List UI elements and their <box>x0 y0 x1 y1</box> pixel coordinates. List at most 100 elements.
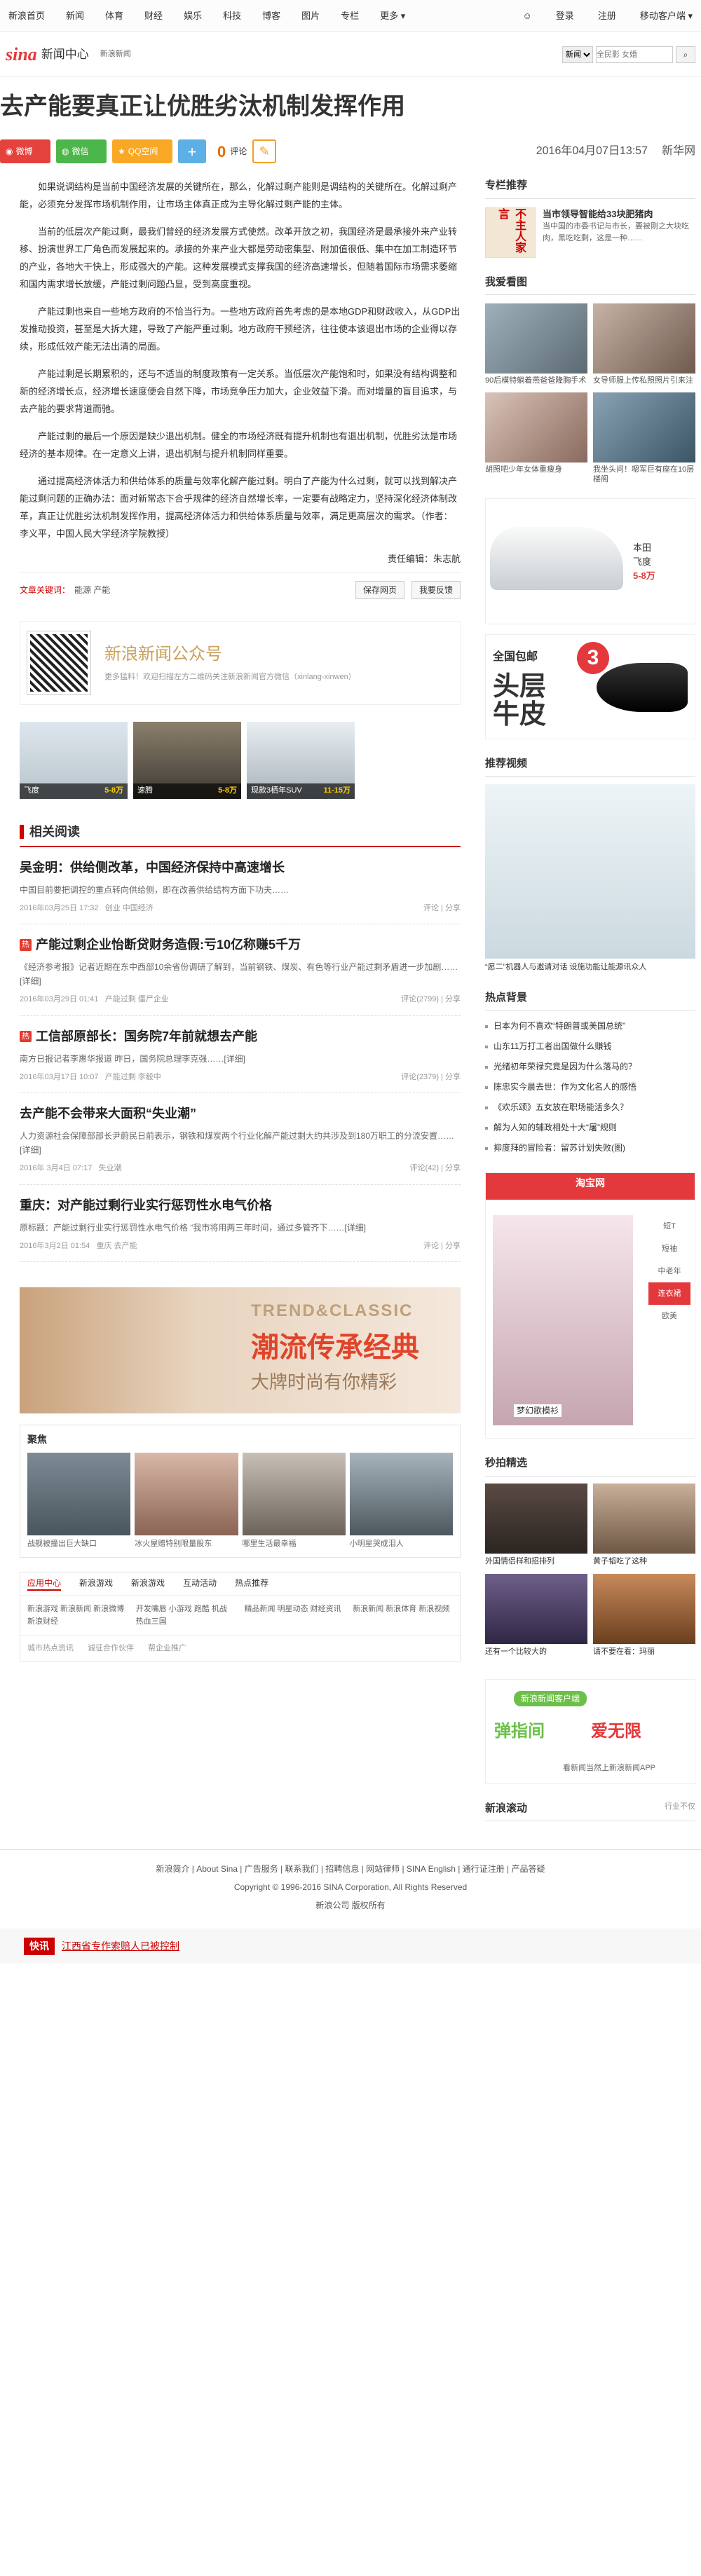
related-item-tags[interactable]: 重庆 去产能 <box>96 1240 137 1252</box>
car-ad[interactable]: 飞度 5-8万 <box>20 721 128 799</box>
fashion-ad-banner[interactable]: TREND&CLASSIC 潮流传承经典 大牌时尚有你精彩 <box>20 1287 461 1413</box>
tab-hot[interactable]: 热点推荐 <box>235 1577 268 1591</box>
taobao-tag-active[interactable]: 连衣裙 <box>648 1282 690 1305</box>
tab-activities[interactable]: 互动活动 <box>183 1577 217 1591</box>
tab-app-center[interactable]: 应用中心 <box>27 1577 62 1591</box>
nav-item-more[interactable]: 更多 ▾ <box>380 9 405 23</box>
nav-item-home[interactable]: 新浪首页 <box>8 9 45 23</box>
related-item-tags[interactable]: 产能过剩 李毅中 <box>105 1071 161 1083</box>
nav-item-tech[interactable]: 科技 <box>223 9 241 23</box>
column-recommend[interactable]: 不主人家言 当市领导智能给33块肥猪肉 当中国的市委书记与市长，要被刚之大块吃肉… <box>485 207 695 258</box>
related-item-title[interactable]: 热工信部原部长：国务院7年前就想去产能 <box>20 1027 461 1046</box>
article-source[interactable]: 新华网 <box>662 143 695 160</box>
related-item-date: 2016年 3月4日 07:17 <box>20 1164 93 1172</box>
share-weixin-button[interactable]: ◍ 微信 <box>56 139 107 163</box>
feedback-button[interactable]: 我要反馈 <box>411 581 461 599</box>
related-item-title[interactable]: 吴金明：供给侧改革，中国经济保持中高速增长 <box>20 858 461 877</box>
news-app-ad[interactable]: 新浪新闻客户端 弹指间 爱无限 看新闻当然上新浪新闻APP <box>485 1678 695 1784</box>
pic-item[interactable]: 我坐头问！嗯军巨有座在10层楼阁 <box>593 392 695 484</box>
miaopai-image <box>593 1574 695 1644</box>
related-item-tags[interactable]: 产能过剩 僵尸企业 <box>105 994 169 1006</box>
hot-list-item[interactable]: 日本为何不喜欢“特朗普或美国总统” <box>485 1016 695 1036</box>
hot-list-item[interactable]: 山东11万打工者出国做什么赚钱 <box>485 1036 695 1057</box>
weibo-icon: ◉ <box>6 146 13 156</box>
nav-item-ent[interactable]: 娱乐 <box>184 9 202 23</box>
tab-foot-link[interactable]: 诚征合作伙伴 <box>88 1643 134 1654</box>
nav-item-news[interactable]: 新闻 <box>66 9 84 23</box>
related-item-actions[interactable]: 评论 | 分享 <box>423 903 461 914</box>
related-item-actions[interactable]: 评论(2379) | 分享 <box>401 1071 461 1083</box>
tab-games-2[interactable]: 新浪游戏 <box>131 1577 165 1591</box>
scroll-more-link[interactable]: 行业不仅 <box>665 1801 695 1817</box>
focus-item[interactable]: 冰火屋赠特别限量股东 <box>135 1453 238 1550</box>
taobao-tag[interactable]: 欧美 <box>648 1305 690 1327</box>
write-comment-icon[interactable]: ✎ <box>252 139 277 163</box>
honda-ad[interactable]: 本田 飞度 5-8万 <box>485 498 695 624</box>
related-item-title[interactable]: 去产能不会带来大面积“失业潮” <box>20 1104 461 1123</box>
sina-logo[interactable]: sina 新闻中心 新浪新闻 <box>6 41 131 68</box>
related-item-meta: 2016年03月17日 10:07 产能过剩 李毅中 评论(2379) | 分享 <box>20 1071 461 1083</box>
flash-link[interactable]: 江西省专作索赔人已被控制 <box>62 1939 179 1954</box>
related-item-actions[interactable]: 评论(42) | 分享 <box>409 1163 461 1174</box>
share-weibo-button[interactable]: ◉ 微博 <box>0 139 50 163</box>
search-input[interactable] <box>596 46 673 63</box>
mobile-client-link[interactable]: 移动客户端 ▾ <box>640 9 693 23</box>
tab-games[interactable]: 新浪游戏 <box>79 1577 113 1591</box>
nav-item-photo[interactable]: 图片 <box>301 9 320 23</box>
hot-list-item[interactable]: 光绪初年荣禄究竟是因为什么落马的？ <box>485 1057 695 1077</box>
tab-col[interactable]: 新浪游戏 新浪新闻 新浪微博 新浪财经 <box>27 1603 128 1628</box>
focus-item[interactable]: 小明星哭成泪人 <box>349 1453 453 1550</box>
pic-item[interactable]: 女导师服上传私照照片引来注 <box>593 303 695 385</box>
user-icon[interactable]: ☺ <box>523 9 532 23</box>
search-scope-select[interactable]: 新闻 <box>562 46 593 63</box>
tab-col[interactable]: 新浪新闻 新浪体育 新浪视频 <box>353 1603 453 1628</box>
car-ad[interactable]: 现款3栖年SUV 11-15万 <box>247 721 355 799</box>
related-item-title[interactable]: 热产能过剩企业怡断贷财务造假:亏10亿称赚5千万 <box>20 936 461 954</box>
focus-item[interactable]: 战舰被撞出巨大缺口 <box>27 1453 131 1550</box>
share-qzone-button[interactable]: ★ QQ空间 <box>112 139 172 163</box>
pic-item[interactable]: 90后模特躺着燕爸爸隆胸手术 <box>485 303 587 385</box>
hot-list-item[interactable]: 抑度拜的冒险者：留苏计划失败(图) <box>485 1138 695 1158</box>
video-player[interactable]: “愿二”机器人与邀请对话 设施功能让能源讯众人 <box>485 783 695 973</box>
related-item-tags[interactable]: 失业潮 <box>99 1163 122 1174</box>
nav-item-sports[interactable]: 体育 <box>105 9 123 23</box>
miaopai-item[interactable]: 外国情侣样和招排列 <box>485 1483 587 1568</box>
tab-col[interactable]: 开发嘴唇 小游戏 跑酷 机战 热血三国 <box>136 1603 236 1628</box>
tab-foot-link[interactable]: 帮企业推广 <box>148 1643 186 1654</box>
car-price: 5-8万 <box>218 786 237 795</box>
nav-item-finance[interactable]: 财经 <box>144 9 163 23</box>
register-link[interactable]: 注册 <box>598 9 616 23</box>
nav-item-blog[interactable]: 博客 <box>262 9 280 23</box>
keyword-links[interactable]: 能源 产能 <box>74 585 110 595</box>
hot-list-item[interactable]: 解为人知的辅政相处十大“屠”规则 <box>485 1118 695 1138</box>
hot-list-item[interactable]: 陈忠实今晨去世：作为文化名人的感悟 <box>485 1077 695 1097</box>
taobao-tag[interactable]: 短袖 <box>648 1238 690 1260</box>
nav-item-column[interactable]: 专栏 <box>341 9 359 23</box>
related-item-tags[interactable]: 创业 中国经济 <box>105 903 154 914</box>
login-link[interactable]: 登录 <box>556 9 574 23</box>
taobao-tag[interactable]: 中老年 <box>648 1260 690 1282</box>
related-item-actions[interactable]: 评论(2799) | 分享 <box>401 994 461 1006</box>
car-ad[interactable]: 速腾 5-8万 <box>133 721 241 799</box>
title-area: 去产能要真正让优胜劣汰机制发挥作用 ◉ 微博 ◍ 微信 ★ QQ空间 + 0 评论 ✎… <box>0 77 701 165</box>
related-item-actions[interactable]: 评论 | 分享 <box>423 1240 461 1252</box>
focus-item[interactable]: 哪里生活最幸福 <box>242 1453 346 1550</box>
tab-col[interactable]: 精品新闻 明星动态 财经资讯 <box>245 1603 345 1628</box>
comment-count[interactable]: 0 评论 <box>217 140 247 163</box>
save-page-button[interactable]: 保存网页 <box>355 581 404 599</box>
tab-foot-link[interactable]: 城市热点资讯 <box>27 1643 74 1654</box>
chevron-down-icon: ▾ <box>400 10 406 21</box>
related-item-meta: 2016年3月2日 01:54 重庆 去产能 评论 | 分享 <box>20 1240 461 1252</box>
taobao-tag[interactable]: 短T <box>648 1215 690 1238</box>
shoe-ad[interactable]: 全国包邮 头层 牛皮 3 <box>485 634 695 739</box>
miaopai-item[interactable]: 请不要在看：玛丽 <box>593 1574 695 1658</box>
miaopai-item[interactable]: 黄子韬吃了这种 <box>593 1483 695 1568</box>
footer-links[interactable]: 新浪简介 | About Sina | 广告服务 | 联系我们 | 招聘信息 |… <box>0 1860 701 1878</box>
share-more-button[interactable]: + <box>178 139 206 163</box>
related-item-title[interactable]: 重庆：对产能过剩行业实行惩罚性水电气价格 <box>20 1196 461 1215</box>
search-button[interactable]: ⌕ <box>676 46 695 63</box>
taobao-ad[interactable]: 淘宝网 短T 短袖 中老年 连衣裙 欧美 梦幻歌模衫 <box>485 1172 695 1439</box>
pic-item[interactable]: 胡照吧少年女体重瘦身 <box>485 392 587 484</box>
miaopai-item[interactable]: 还有一个比较大的 <box>485 1574 587 1658</box>
hot-list-item[interactable]: 《欢乐颂》五女放在职场能活多久？ <box>485 1097 695 1118</box>
